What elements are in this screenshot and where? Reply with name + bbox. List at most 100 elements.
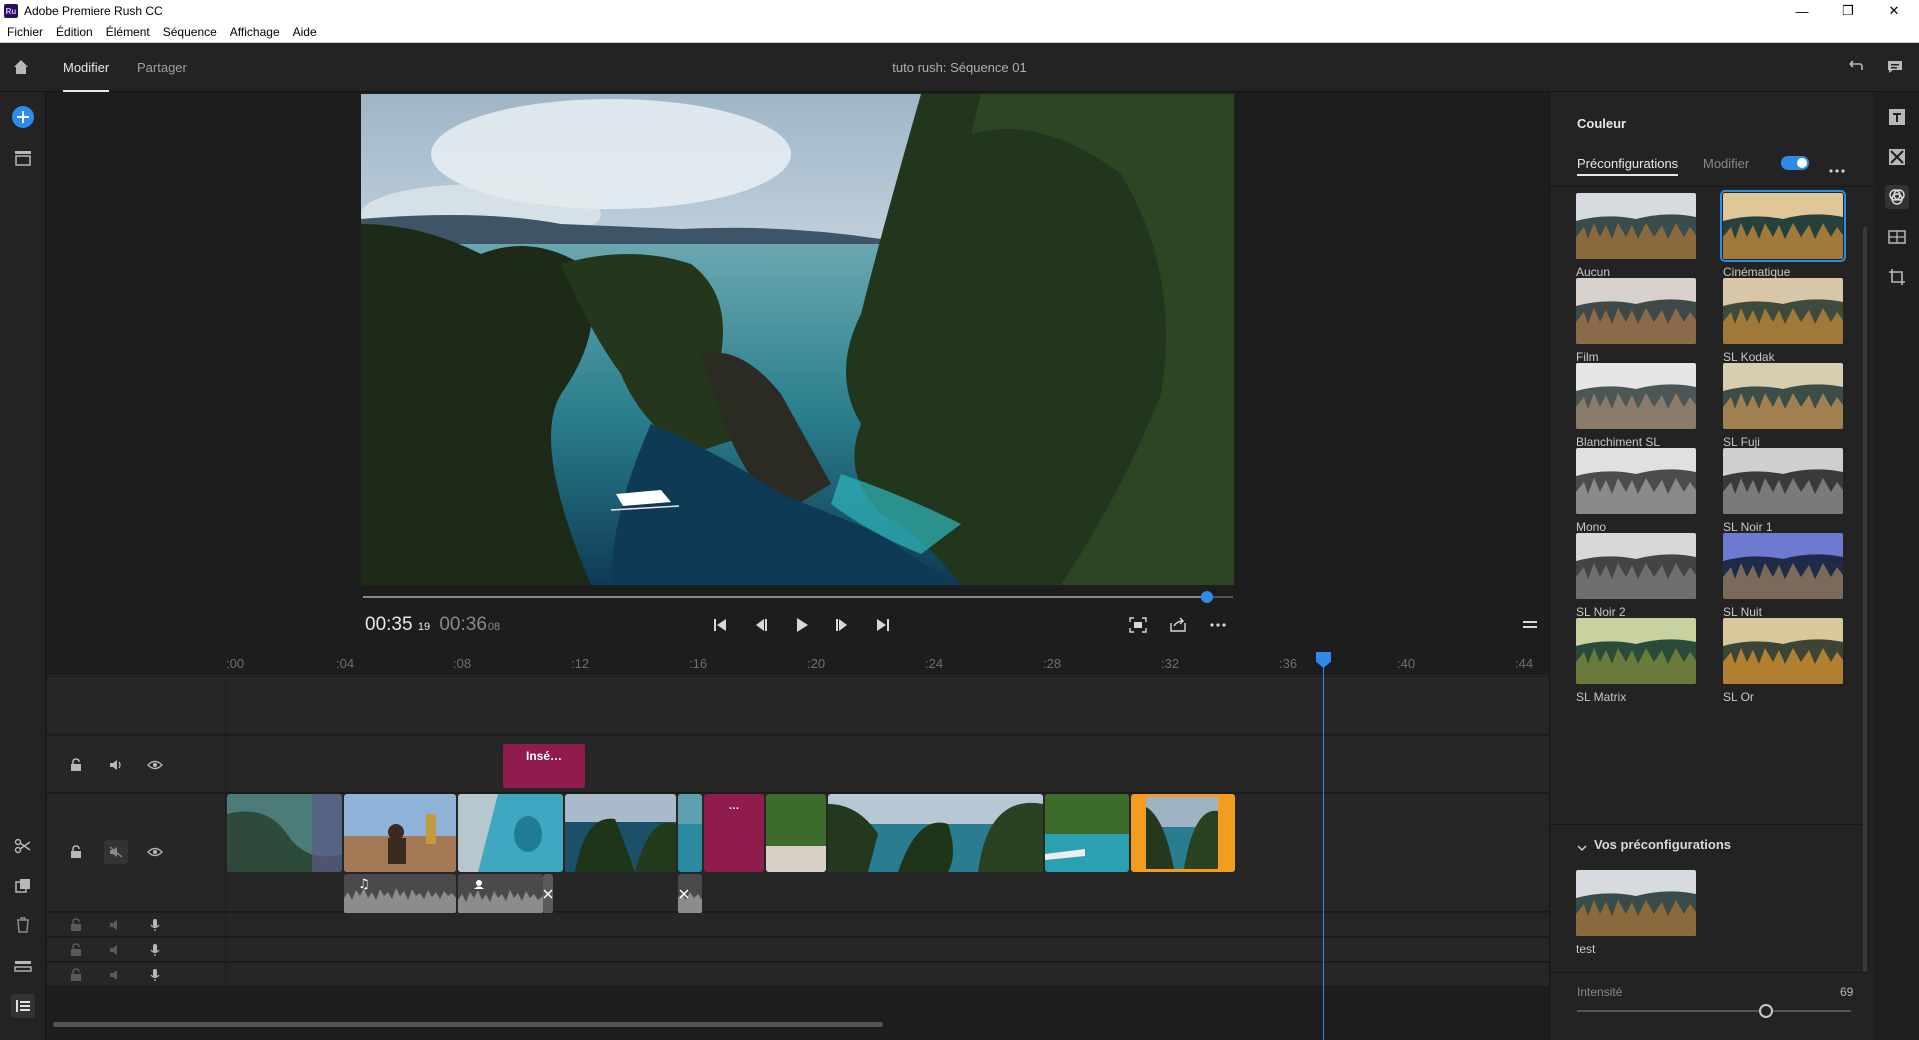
timeline-scrollbar[interactable] xyxy=(53,1022,883,1027)
preset-sl-noir-2[interactable]: SL Noir 2 xyxy=(1576,533,1696,619)
microphone-icon[interactable] xyxy=(147,917,163,933)
preset-mono[interactable]: Mono xyxy=(1576,448,1696,534)
video-clip[interactable] xyxy=(227,794,342,872)
audio-clip-short[interactable] xyxy=(678,874,702,914)
preset-label: SL Noir 2 xyxy=(1576,605,1626,619)
volume-icon[interactable] xyxy=(108,757,124,773)
minimize-button[interactable]: — xyxy=(1779,0,1825,22)
preset-test[interactable]: test xyxy=(1576,870,1696,956)
preset-cin-matique[interactable]: Cinématique xyxy=(1720,190,1846,279)
menu-element[interactable]: Élément xyxy=(106,25,150,39)
title-clip-small[interactable]: … xyxy=(704,794,764,872)
step-back-icon[interactable] xyxy=(746,610,776,640)
export-frame-icon[interactable] xyxy=(1163,610,1193,640)
volume-icon[interactable] xyxy=(108,942,124,958)
lock-icon[interactable] xyxy=(68,844,84,860)
total-duration: 00:36 xyxy=(439,614,487,635)
preset-sl-noir-1[interactable]: SL Noir 1 xyxy=(1723,448,1843,534)
video-clip[interactable] xyxy=(766,794,826,872)
scissors-icon[interactable] xyxy=(11,834,35,858)
menu-affichage[interactable]: Affichage xyxy=(230,25,280,39)
scrub-bar[interactable] xyxy=(363,591,1233,603)
preset-thumbnail xyxy=(1576,193,1696,259)
volume-icon[interactable] xyxy=(108,917,124,933)
restore-button[interactable]: ❐ xyxy=(1825,0,1871,22)
intensity-slider[interactable] xyxy=(1577,1004,1851,1018)
preset-thumbnail xyxy=(1723,533,1843,599)
track-height-icon[interactable] xyxy=(11,954,35,978)
tab-presets[interactable]: Préconfigurations xyxy=(1577,156,1679,176)
comment-icon[interactable] xyxy=(1883,55,1907,79)
program-monitor[interactable] xyxy=(361,94,1234,585)
lock-icon[interactable] xyxy=(68,967,84,983)
intensity-slider-knob[interactable] xyxy=(1759,1004,1773,1018)
add-media-icon[interactable] xyxy=(11,105,35,129)
undo-icon[interactable] xyxy=(1843,55,1867,79)
preset-blanchiment-sl[interactable]: Blanchiment SL xyxy=(1576,363,1696,449)
audio-clip-voice[interactable] xyxy=(458,874,543,914)
step-forward-icon[interactable] xyxy=(827,610,857,640)
preset-film[interactable]: Film xyxy=(1576,278,1696,364)
speed-icon[interactable] xyxy=(1885,225,1909,249)
go-to-end-icon[interactable] xyxy=(868,610,898,640)
tab-edit[interactable]: Modifier xyxy=(1703,156,1749,171)
video-clip[interactable] xyxy=(678,794,702,872)
title-clip[interactable]: Insé… xyxy=(503,744,585,788)
panel-more-icon[interactable] xyxy=(1829,160,1845,178)
video-clip[interactable] xyxy=(565,794,676,872)
lock-icon[interactable] xyxy=(68,917,84,933)
panel-resize-icon[interactable] xyxy=(1515,610,1545,640)
menu-sequence[interactable]: Séquence xyxy=(163,25,217,39)
preset-sl-matrix[interactable]: SL Matrix xyxy=(1576,618,1696,704)
video-clip[interactable] xyxy=(1045,794,1129,872)
playhead-line[interactable] xyxy=(1323,664,1324,1040)
titles-icon[interactable] xyxy=(1885,105,1909,129)
go-to-start-icon[interactable] xyxy=(705,610,735,640)
project-panel-icon[interactable] xyxy=(11,146,35,170)
transform-crop-icon[interactable] xyxy=(1885,265,1909,289)
microphone-icon[interactable] xyxy=(147,942,163,958)
color-enable-toggle[interactable] xyxy=(1781,156,1809,170)
color-icon[interactable] xyxy=(1885,185,1909,209)
menu-aide[interactable]: Aide xyxy=(293,25,317,39)
duplicate-icon[interactable] xyxy=(11,874,35,898)
volume-icon[interactable] xyxy=(108,967,124,983)
preset-sl-or[interactable]: SL Or xyxy=(1723,618,1843,704)
menu-fichier[interactable]: Fichier xyxy=(7,25,43,39)
timeline-toggle-icon[interactable] xyxy=(11,994,35,1018)
trash-icon[interactable] xyxy=(11,913,35,937)
fit-view-icon[interactable] xyxy=(1123,610,1153,640)
lock-icon[interactable] xyxy=(68,942,84,958)
preset-sl-nuit[interactable]: SL Nuit xyxy=(1723,533,1843,619)
preset-aucun[interactable]: Aucun xyxy=(1576,193,1696,279)
visibility-eye-icon[interactable] xyxy=(147,757,163,773)
close-button[interactable]: ✕ xyxy=(1871,0,1917,22)
video-clip[interactable] xyxy=(828,794,1043,872)
preset-sl-kodak[interactable]: SL Kodak xyxy=(1723,278,1843,364)
more-options-icon[interactable] xyxy=(1203,610,1233,640)
preset-sl-fuji[interactable]: SL Fuji xyxy=(1723,363,1843,449)
tab-partager[interactable]: Partager xyxy=(137,43,187,92)
panel-scrollbar[interactable] xyxy=(1863,227,1867,972)
menu-edition[interactable]: Édition xyxy=(56,25,93,39)
ruler-tick: :04 xyxy=(336,656,355,671)
my-presets-heading[interactable]: Vos préconfigurations xyxy=(1594,837,1731,852)
chevron-down-icon[interactable] xyxy=(1577,839,1587,857)
transitions-icon[interactable] xyxy=(1885,145,1909,169)
video-clip[interactable] xyxy=(344,794,456,872)
home-icon[interactable] xyxy=(9,55,33,79)
audio-transition-icon[interactable] xyxy=(543,874,553,914)
play-icon[interactable] xyxy=(787,610,817,640)
lock-icon[interactable] xyxy=(68,757,84,773)
mute-icon[interactable] xyxy=(104,840,128,864)
preset-label: SL Kodak xyxy=(1723,350,1775,364)
microphone-icon[interactable] xyxy=(147,967,163,983)
scrub-knob[interactable] xyxy=(1201,591,1213,603)
audio-clip-music[interactable]: ♫ xyxy=(344,874,456,914)
tab-modifier[interactable]: Modifier xyxy=(63,43,110,92)
title-track: Insé… xyxy=(226,736,1549,793)
video-clip[interactable] xyxy=(458,794,563,872)
visibility-eye-icon[interactable] xyxy=(147,844,163,860)
intensity-value[interactable]: 69 xyxy=(1840,985,1853,999)
selected-video-clip[interactable] xyxy=(1131,794,1235,872)
